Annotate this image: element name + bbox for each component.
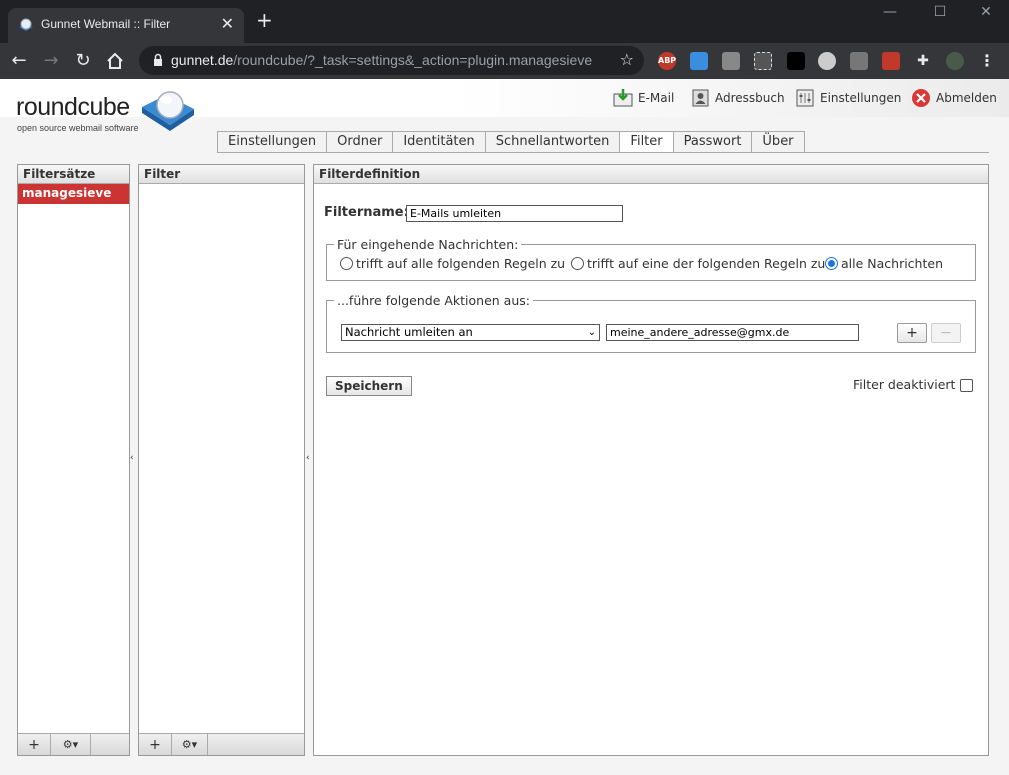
nav-logout[interactable]: Abmelden <box>911 87 997 109</box>
lock-extension-icon[interactable] <box>787 52 805 70</box>
shield-extension-icon[interactable] <box>850 52 868 70</box>
adblock-extension-icon[interactable]: ABP <box>658 52 676 70</box>
radio-any-rule-label: trifft auf eine der folgenden Regeln zu <box>587 256 826 271</box>
filter-definition-header: Filterdefinition <box>314 165 988 184</box>
settings-tabs: Einstellungen Ordner Identitäten Schnell… <box>217 131 805 153</box>
browser-toolbar: ← → ↻ gunnet.de/roundcube/?_task=setting… <box>0 43 1009 79</box>
tab-schnellantworten[interactable]: Schnellantworten <box>484 131 621 152</box>
tab-einstellungen[interactable]: Einstellungen <box>217 131 328 152</box>
tabs-divider <box>217 152 989 153</box>
filtersets-resize-handle[interactable]: ‹ <box>130 453 136 463</box>
nav-mail[interactable]: E-Mail <box>613 87 674 109</box>
parking-extension-icon[interactable] <box>754 52 772 70</box>
browser-titlebar: Gunnet Webmail :: Filter ✕ + — ☐ ✕ <box>0 0 1009 43</box>
radio-all-rules-label: trifft auf alle folgenden Regeln zu <box>356 256 566 271</box>
minimize-icon[interactable]: — <box>875 4 905 20</box>
nav-settings-label: Einstellungen <box>820 91 902 105</box>
filtername-input[interactable]: E-Mails umleiten <box>406 205 623 222</box>
filtersets-header: Filtersätze <box>18 165 129 184</box>
action-select-value: Nachricht umleiten an <box>345 325 473 339</box>
filterset-actions-gear-icon[interactable]: ⚙▾ <box>51 734 91 755</box>
filter-definition-panel: Filterdefinition Filtername: E-Mails uml… <box>313 164 989 756</box>
action-select[interactable]: Nachricht umleiten an ⌄ <box>341 324 600 341</box>
tab-passwort[interactable]: Passwort <box>672 131 753 152</box>
cloud-extension-icon[interactable] <box>690 52 708 70</box>
filters-footer: + ⚙▾ <box>139 733 304 755</box>
maximize-icon[interactable]: ☐ <box>925 4 955 20</box>
address-bar[interactable]: gunnet.de/roundcube/?_task=settings&_act… <box>139 46 644 75</box>
radio-all-rules-circle[interactable] <box>340 257 353 270</box>
filters-header: Filter <box>139 165 304 184</box>
radio-any-rule-circle[interactable] <box>571 257 584 270</box>
url-text: gunnet.de/roundcube/?_task=settings&_act… <box>171 52 593 68</box>
tab-identitaeten[interactable]: Identitäten <box>392 131 486 152</box>
close-window-icon[interactable]: ✕ <box>971 4 1001 20</box>
settings-panel-icon <box>796 89 814 107</box>
filtersets-footer: + ⚙▾ <box>18 733 129 755</box>
chart-extension-icon[interactable] <box>882 52 900 70</box>
filters-panel: Filter + ⚙▾ <box>138 164 305 756</box>
mail-download-icon <box>613 89 633 107</box>
filterset-item-managesieve[interactable]: managesieve <box>18 184 129 204</box>
filter-disabled-checkbox[interactable] <box>960 379 973 392</box>
printer-extension-icon[interactable] <box>722 52 740 70</box>
nav-addressbook[interactable]: Adressbuch <box>690 87 785 109</box>
bookmark-star-icon[interactable]: ☆ <box>620 50 634 69</box>
remove-action-button[interactable]: − <box>931 323 961 343</box>
roundcube-app: roundcube open source webmail software E… <box>0 79 1009 775</box>
filter-actions-gear-icon[interactable]: ⚙▾ <box>172 734 208 755</box>
browser-tab[interactable]: Gunnet Webmail :: Filter ✕ <box>8 8 244 43</box>
menu-dots-icon[interactable]: ⋮ <box>978 52 996 70</box>
nav-addressbook-label: Adressbuch <box>715 91 785 105</box>
reload-icon[interactable]: ↻ <box>72 50 94 72</box>
filtername-label: Filtername: <box>324 205 409 220</box>
new-tab-icon[interactable]: + <box>256 10 273 30</box>
close-tab-icon[interactable]: ✕ <box>221 14 234 33</box>
home-icon[interactable] <box>104 50 126 72</box>
addressbook-icon <box>692 89 709 107</box>
speed-extension-icon[interactable] <box>818 52 836 70</box>
radio-all-messages-label: alle Nachrichten <box>841 256 943 271</box>
add-filterset-button[interactable]: + <box>18 734 51 755</box>
back-arrow-icon[interactable]: ← <box>8 50 30 72</box>
redirect-target-input[interactable]: meine_andere_adresse@gmx.de <box>606 324 859 341</box>
radio-all-messages-circle[interactable] <box>825 257 838 270</box>
filtersets-panel: Filtersätze managesieve + ⚙▾ <box>17 164 130 756</box>
roundcube-favicon-icon <box>19 18 33 31</box>
puzzle-extensions-icon[interactable]: ✚ <box>914 52 932 70</box>
actions-legend: ...führe folgende Aktionen aus: <box>337 293 530 308</box>
nav-settings[interactable]: Einstellungen <box>795 87 901 109</box>
radio-all-messages[interactable]: alle Nachrichten <box>825 256 943 271</box>
filter-disabled-label: Filter deaktiviert <box>853 377 956 392</box>
logout-icon <box>912 89 930 107</box>
forward-arrow-icon[interactable]: → <box>40 50 62 72</box>
tab-ueber[interactable]: Über <box>751 131 805 152</box>
radio-all-rules[interactable]: trifft auf alle folgenden Regeln zu <box>340 256 565 271</box>
profile-avatar[interactable] <box>946 52 964 70</box>
save-button[interactable]: Speichern <box>326 376 412 396</box>
add-filter-button[interactable]: + <box>139 734 172 755</box>
roundcube-logo-icon <box>142 91 194 131</box>
nav-logout-label: Abmelden <box>936 91 997 105</box>
incoming-legend: Für eingehende Nachrichten: <box>337 237 519 252</box>
lock-icon <box>154 53 162 66</box>
tab-title: Gunnet Webmail :: Filter <box>41 17 171 31</box>
tab-filter[interactable]: Filter <box>619 131 674 153</box>
actions-fieldset: ...führe folgende Aktionen aus: <box>326 293 976 353</box>
filters-resize-handle[interactable]: ‹ <box>306 453 312 463</box>
chevron-down-icon: ⌄ <box>587 327 596 338</box>
add-action-button[interactable]: + <box>897 323 927 343</box>
nav-mail-label: E-Mail <box>638 91 675 105</box>
logo-text: roundcube <box>16 93 130 121</box>
logo-tagline: open source webmail software <box>17 123 139 133</box>
radio-any-rule[interactable]: trifft auf eine der folgenden Regeln zu <box>571 256 825 271</box>
tab-ordner[interactable]: Ordner <box>326 131 394 152</box>
